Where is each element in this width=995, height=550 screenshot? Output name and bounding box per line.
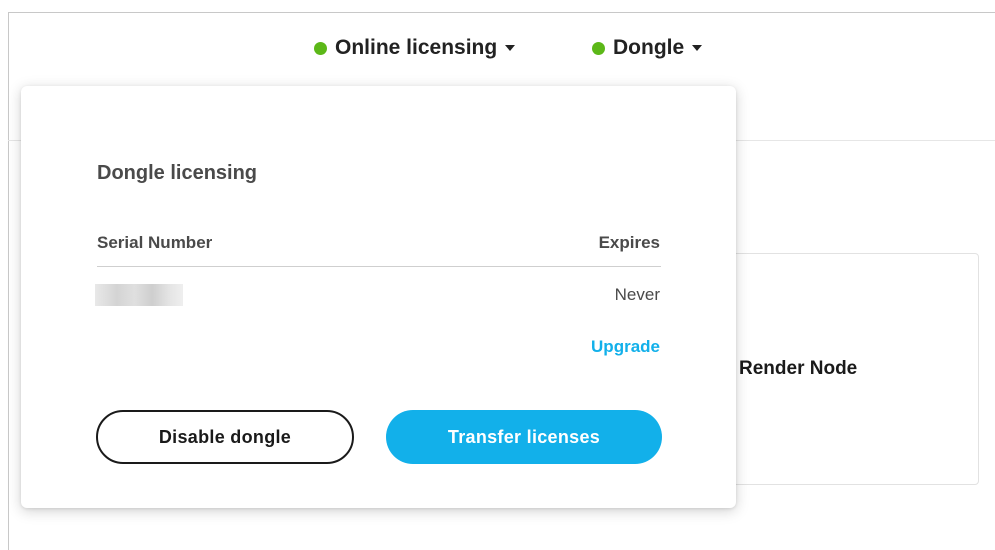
caret-down-icon [505,45,516,51]
window-frame-left [8,12,9,550]
render-node-title: Render Node [739,358,858,379]
popup-title: Dongle licensing [97,162,258,184]
dongle-status-dot-icon [592,41,605,55]
table-divider [97,266,661,267]
license-status-bar: Online licensing Dongle [0,36,995,66]
dongle-dropdown[interactable]: Dongle [592,36,703,60]
expires-header: Expires [598,233,660,252]
upgrade-link[interactable]: Upgrade [591,337,660,357]
dongle-label: Dongle [613,36,685,59]
window-frame-top [8,12,995,13]
transfer-licenses-button[interactable]: Transfer licenses [386,410,662,464]
serial-number-redacted [95,284,183,306]
caret-down-icon [692,45,703,51]
serial-number-header: Serial Number [97,233,213,252]
disable-dongle-button[interactable]: Disable dongle [96,410,354,464]
expires-value: Never [614,285,660,304]
dongle-licensing-popup: Dongle licensing Serial Number Expires N… [21,86,736,508]
render-node-card[interactable]: Render Node [700,253,979,485]
online-status-dot-icon [314,41,327,55]
online-licensing-dropdown[interactable]: Online licensing [314,36,516,60]
online-licensing-label: Online licensing [335,36,498,59]
